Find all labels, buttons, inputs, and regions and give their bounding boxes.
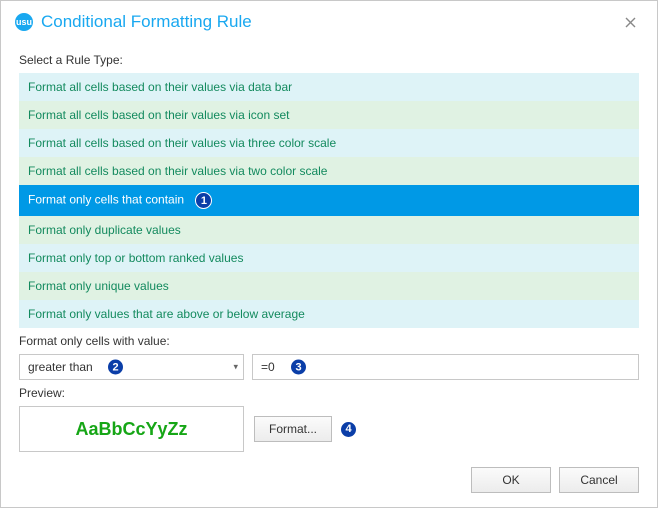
app-logo-icon: usu [15,13,33,31]
rule-type-item-label: Format only cells that contain [28,193,184,207]
rule-type-item-label: Format only values that are above or bel… [28,307,305,321]
operator-input[interactable] [19,354,244,380]
conditional-formatting-dialog: usu Conditional Formatting Rule Select a… [0,0,658,508]
rule-type-item[interactable]: Format all cells based on their values v… [19,101,639,129]
dialog-footer: OK Cancel [471,467,639,493]
callout-badge-2: 2 [107,359,124,376]
rule-type-item-selected[interactable]: Format only cells that contain 1 [19,185,639,216]
titlebar: usu Conditional Formatting Rule [1,1,657,43]
rule-type-list: Format all cells based on their values v… [19,73,639,328]
preview-box: AaBbCcYyZz [19,406,244,452]
rule-type-item[interactable]: Format all cells based on their values v… [19,157,639,185]
select-rule-type-label: Select a Rule Type: [19,53,639,67]
rule-type-item-label: Format all cells based on their values v… [28,108,289,122]
dialog-title: Conditional Formatting Rule [41,12,617,32]
rule-type-item[interactable]: Format only unique values [19,272,639,300]
rule-type-item-label: Format all cells based on their values v… [28,136,336,150]
format-only-cells-label: Format only cells with value: [19,334,639,348]
preview-sample-text: AaBbCcYyZz [75,419,187,440]
rule-type-item[interactable]: Format only values that are above or bel… [19,300,639,328]
preview-label: Preview: [19,386,639,400]
rule-type-item[interactable]: Format all cells based on their values v… [19,73,639,101]
value-input[interactable] [252,354,639,380]
rule-type-item-label: Format all cells based on their values v… [28,164,327,178]
rule-type-item-label: Format only duplicate values [28,223,181,237]
callout-badge-1: 1 [195,192,212,209]
rule-type-item-label: Format all cells based on their values v… [28,80,292,94]
operator-combobox[interactable]: ▾ 2 [19,354,244,380]
cancel-button[interactable]: Cancel [559,467,639,493]
rule-type-item[interactable]: Format only duplicate values [19,216,639,244]
rule-type-item[interactable]: Format only top or bottom ranked values [19,244,639,272]
callout-badge-4: 4 [340,421,357,438]
format-button[interactable]: Format... [254,416,332,442]
rule-type-item-label: Format only unique values [28,279,169,293]
rule-type-item-label: Format only top or bottom ranked values [28,251,243,265]
ok-button[interactable]: OK [471,467,551,493]
close-icon[interactable] [617,9,643,35]
callout-badge-3: 3 [290,359,307,376]
rule-type-item[interactable]: Format all cells based on their values v… [19,129,639,157]
